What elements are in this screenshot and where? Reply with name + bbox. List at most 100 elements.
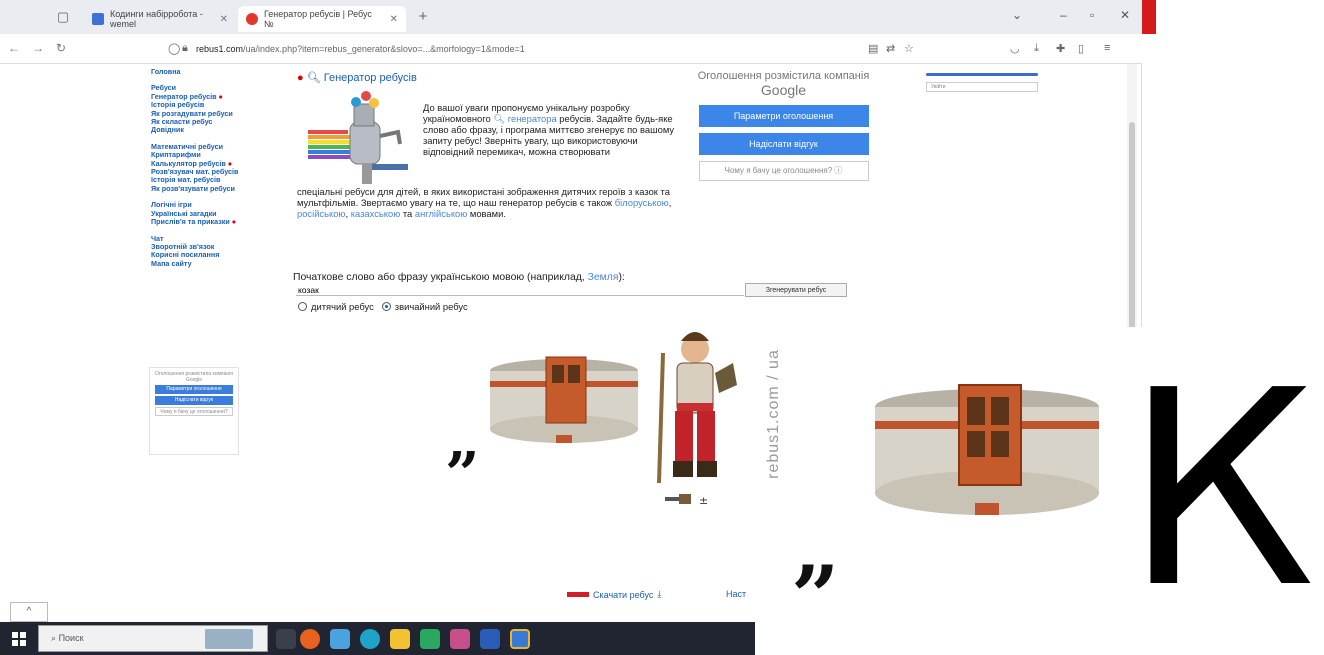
prompt-text: Початкове слово або фразу українською мо… [293, 272, 585, 283]
paint-icon[interactable] [510, 629, 530, 649]
reload-icon[interactable]: ↻ [56, 41, 66, 55]
tab-actions-icon[interactable]: ▢ [54, 9, 72, 25]
sidebar-item[interactable]: Як розв'язувати ребуси [151, 184, 271, 193]
maximize-icon[interactable]: ▫ [1090, 8, 1094, 22]
window-edge [1142, 0, 1156, 34]
generator-link-text: генератора [507, 113, 557, 124]
page-title: ● 🔍︎ Генератор ребусів [297, 71, 417, 84]
tab-codings[interactable]: Кодинги набірробота - wemel ✕ [84, 6, 236, 32]
search-placeholder: Поиск [58, 633, 84, 643]
right-sidebar-field[interactable]: Увійти [926, 82, 1038, 92]
media-icon[interactable] [450, 629, 470, 649]
bookmark-star-icon[interactable]: ☆ [904, 42, 914, 55]
address-bar: ← → ↻ ◯ 🔒︎ rebus1.com/ua/index.php?item=… [0, 34, 1142, 64]
taskbar-search[interactable]: ⌕ Поиск [38, 625, 268, 652]
generate-rebus-button[interactable]: Згенерувати ребус [745, 283, 847, 297]
reader-icon[interactable]: ▤ [868, 42, 878, 55]
tab-favicon-icon [92, 13, 104, 25]
search-icon: 🔍︎ [306, 72, 321, 84]
close-icon[interactable]: ✕ [390, 14, 398, 25]
mini-ad-settings-button[interactable]: Параметри оголошення [155, 385, 233, 394]
ad-feedback-button[interactable]: Надіслати відгук [698, 133, 869, 155]
sidebar-item[interactable]: Головна [151, 67, 271, 76]
url-path: /ua/index.php?item=rebus_generator&slovo… [243, 44, 525, 54]
sidebar-icon[interactable]: ▯ [1078, 42, 1084, 55]
back-icon[interactable]: ← [8, 41, 20, 55]
screenshot-root: ▢ Кодинги набірробота - wemel ✕ Генерато… [0, 0, 1324, 655]
app-icon[interactable] [330, 629, 350, 649]
store-icon[interactable] [420, 629, 440, 649]
ad-brand: Google [760, 82, 807, 98]
radio-normal[interactable] [381, 302, 391, 311]
google-ad-box: Оголошення розмістила компанія Google Па… [676, 64, 891, 200]
word-icon[interactable] [480, 629, 500, 649]
pocket-icon[interactable]: ◡ [1010, 42, 1020, 55]
word-input[interactable] [296, 285, 744, 296]
rebus-generator-illustration [308, 91, 408, 184]
and-text: та [402, 208, 413, 219]
new-badge-icon: ● [229, 217, 237, 227]
kazakh-link[interactable]: казахською [351, 208, 401, 219]
tab-rebus-generator[interactable]: Генератор ребусів | Ребус № ✕ [238, 6, 406, 32]
sidebar-item[interactable]: Мапа сайту [151, 259, 271, 268]
firefox-icon[interactable] [300, 629, 320, 649]
scroll-up-button[interactable]: ^ [10, 602, 48, 622]
intro-text-continued: спеціальні ребуси для дітей, в яких вико… [297, 186, 672, 219]
close-icon[interactable]: ✕ [220, 14, 228, 25]
rebus-letter: К [1124, 332, 1316, 647]
extensions-icon[interactable]: ✚ [1056, 42, 1065, 55]
task-view-icon[interactable] [276, 629, 296, 649]
nav-group: Головна [151, 67, 271, 76]
radio-kids[interactable] [298, 302, 307, 311]
download-rebus-text: Скачати ребус [593, 589, 654, 600]
taskbar: ⌕ Поиск [0, 622, 755, 655]
ad-settings-button[interactable]: Параметри оголошення [698, 105, 869, 127]
page-scrollbar[interactable] [1127, 64, 1137, 622]
ad-header: Оголошення розмістила компанія Google [676, 69, 891, 99]
forward-icon[interactable]: → [32, 41, 44, 55]
generator-link[interactable]: 🔍︎ генератора [493, 113, 556, 124]
download-rebus-link[interactable]: Скачати ребус ⤓ [567, 589, 661, 600]
download-icon: ⤓ [657, 589, 662, 599]
russian-link[interactable]: російською [297, 208, 345, 219]
radio-kids-label[interactable]: дитячий ребус [311, 301, 374, 312]
example-link[interactable]: Земля [588, 272, 619, 283]
file-explorer-icon[interactable] [390, 629, 410, 649]
rebus-type-radio-group: дитячий ребус звичайний ребус [298, 301, 468, 312]
sidebar-item[interactable]: Довідник [151, 126, 271, 135]
shield-icon[interactable]: ◯ [168, 42, 180, 55]
tab-favicon-icon [246, 13, 258, 25]
ad-header-text: Оголошення розмістила компанія [697, 70, 870, 82]
nav-group: Математичні ребуси Криптарифми Калькулятор… [151, 142, 271, 193]
tab-bar: ▢ Кодинги набірробота - wemel ✕ Генерато… [0, 0, 1142, 34]
minimize-icon[interactable]: – [1060, 8, 1067, 22]
mini-ad-text: Оголошення розмістила компанія Google [155, 371, 233, 383]
menu-icon[interactable]: ≡ [1104, 42, 1110, 54]
new-tab-button[interactable]: + [414, 9, 432, 25]
prompt-close: ): [618, 272, 625, 283]
scrollbar-thumb[interactable] [1129, 122, 1135, 332]
mini-ad-why-button[interactable]: Чому я бачу це оголошення? [155, 407, 233, 416]
windows-start-icon[interactable] [12, 632, 26, 646]
download-icon[interactable]: ⤓ [1034, 42, 1039, 55]
close-window-icon[interactable]: ✕ [1120, 8, 1130, 22]
sidebar-ad: Оголошення розмістила компанія Google Па… [149, 367, 239, 455]
lock-icon[interactable]: 🔒︎ [182, 42, 188, 55]
url-domain: rebus1.com [196, 44, 244, 54]
next-link[interactable]: Наст [726, 589, 746, 599]
ad-why-text: Чому я бачу це оголошення? [724, 166, 833, 175]
belarusian-link[interactable]: білоруською [615, 197, 669, 208]
browser-window: ▢ Кодинги набірробота - wemel ✕ Генерато… [0, 0, 1156, 622]
tab-title: Генератор ребусів | Ребус № [264, 9, 372, 29]
url-field[interactable]: rebus1.com/ua/index.php?item=rebus_gener… [196, 38, 856, 60]
edge-icon[interactable] [360, 629, 380, 649]
sidebar-item[interactable]: Прислів'я та приказки [151, 217, 230, 226]
radio-normal-label[interactable]: звичайний ребус [395, 301, 468, 312]
tab-list-icon[interactable]: ⌄ [1012, 8, 1022, 22]
bullet-icon: ● [297, 72, 304, 84]
english-link[interactable]: англійською [415, 208, 467, 219]
ad-why-button[interactable]: Чому я бачу це оголошення? ⓘ [698, 161, 869, 181]
translate-icon[interactable]: ⇄ [886, 42, 895, 55]
mini-ad-feedback-button[interactable]: Надіслати відгук [155, 396, 233, 405]
new-badge-icon: ● [216, 91, 223, 101]
